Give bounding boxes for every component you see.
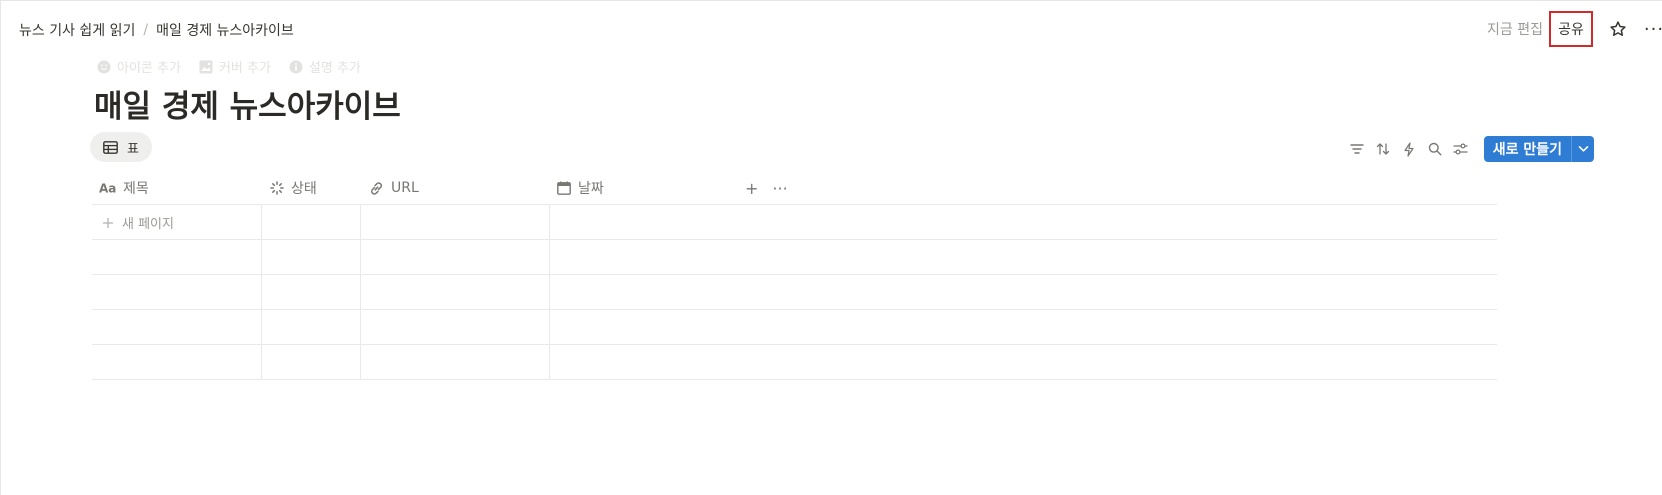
chevron-down-icon[interactable] — [1572, 136, 1594, 162]
new-page-button[interactable]: 새 페이지 — [102, 205, 174, 240]
new-entry-button: 새로 만들기 — [1483, 136, 1594, 162]
add-description-label: 설명 추가 — [308, 61, 361, 76]
column-label: 상태 — [291, 181, 317, 197]
plus-icon — [103, 217, 113, 228]
share-button[interactable]: 공유 — [1549, 11, 1593, 47]
breadcrumb-parent[interactable]: 뉴스 기사 쉽게 읽기 — [19, 20, 135, 40]
table-icon — [103, 140, 118, 154]
column-divider — [261, 205, 262, 379]
image-icon — [199, 60, 213, 73]
link-icon — [371, 181, 382, 195]
database-toolbar: 새로 만들기 — [1348, 136, 1594, 162]
add-icon-button[interactable]: 아이콘 추가 — [97, 57, 181, 76]
column-divider — [549, 205, 550, 379]
search-icon[interactable] — [1426, 137, 1444, 161]
edited-status: 지금 편집 — [1487, 22, 1543, 38]
status-loader-icon — [270, 181, 284, 195]
new-entry-label[interactable]: 새로 만들기 — [1484, 136, 1572, 162]
table-row[interactable] — [92, 310, 1497, 345]
add-column-button[interactable]: + — [745, 179, 758, 198]
calendar-icon — [557, 181, 571, 195]
filter-icon[interactable] — [1348, 137, 1366, 161]
column-header-status[interactable]: 상태 — [270, 171, 317, 205]
settings-sliders-icon[interactable] — [1452, 137, 1470, 161]
column-label: 날짜 — [578, 181, 604, 197]
top-bar: 뉴스 기사 쉽게 읽기 / 매일 경제 뉴스아카이브 지금 편집 공유 ··· — [1, 7, 1662, 51]
add-cover-button[interactable]: 커버 추가 — [199, 57, 271, 76]
view-tab-label: 표 — [127, 141, 139, 157]
breadcrumb-current[interactable]: 매일 경제 뉴스아카이브 — [156, 20, 294, 40]
column-label: 제목 — [123, 181, 149, 197]
more-options-icon[interactable]: ··· — [1639, 14, 1662, 44]
database-table: Aa 제목 상태 URL 날짜 + ··· 새 페이지 — [92, 171, 1497, 380]
table-row[interactable] — [92, 345, 1497, 380]
svg-text:Aa: Aa — [99, 182, 116, 194]
table-row: 새 페이지 — [92, 205, 1497, 240]
view-tab-table[interactable]: 표 — [90, 132, 152, 162]
table-row[interactable] — [92, 240, 1497, 275]
table-row[interactable] — [92, 275, 1497, 310]
app-window: 뉴스 기사 쉽게 읽기 / 매일 경제 뉴스아카이브 지금 편집 공유 ··· — [0, 0, 1662, 495]
column-header-title[interactable]: Aa 제목 — [99, 171, 149, 205]
info-icon — [289, 60, 303, 73]
page-controls: 아이콘 추가 커버 추가 설명 추가 — [97, 57, 361, 76]
column-divider — [360, 205, 361, 379]
add-icon-label: 아이콘 추가 — [117, 61, 181, 76]
breadcrumb-separator: / — [143, 22, 149, 38]
breadcrumb: 뉴스 기사 쉽게 읽기 / 매일 경제 뉴스아카이브 — [19, 20, 294, 40]
column-header-url[interactable]: URL — [369, 171, 419, 205]
top-bar-actions: 지금 편집 공유 ··· — [1487, 7, 1662, 51]
sort-icon[interactable] — [1374, 137, 1392, 161]
star-icon[interactable] — [1603, 14, 1633, 44]
automation-bolt-icon[interactable] — [1400, 137, 1418, 161]
page-title[interactable]: 매일 경제 뉴스아카이브 — [94, 81, 401, 126]
new-page-label: 새 페이지 — [122, 217, 174, 232]
column-header-date[interactable]: 날짜 — [557, 171, 604, 205]
column-label: URL — [391, 180, 419, 196]
table-header: Aa 제목 상태 URL 날짜 + ··· — [92, 171, 1497, 205]
add-cover-label: 커버 추가 — [218, 61, 271, 76]
add-description-button[interactable]: 설명 추가 — [289, 57, 361, 76]
text-type-icon: Aa — [99, 182, 116, 194]
column-more-icon[interactable]: ··· — [772, 179, 787, 198]
smiley-icon — [97, 60, 111, 73]
